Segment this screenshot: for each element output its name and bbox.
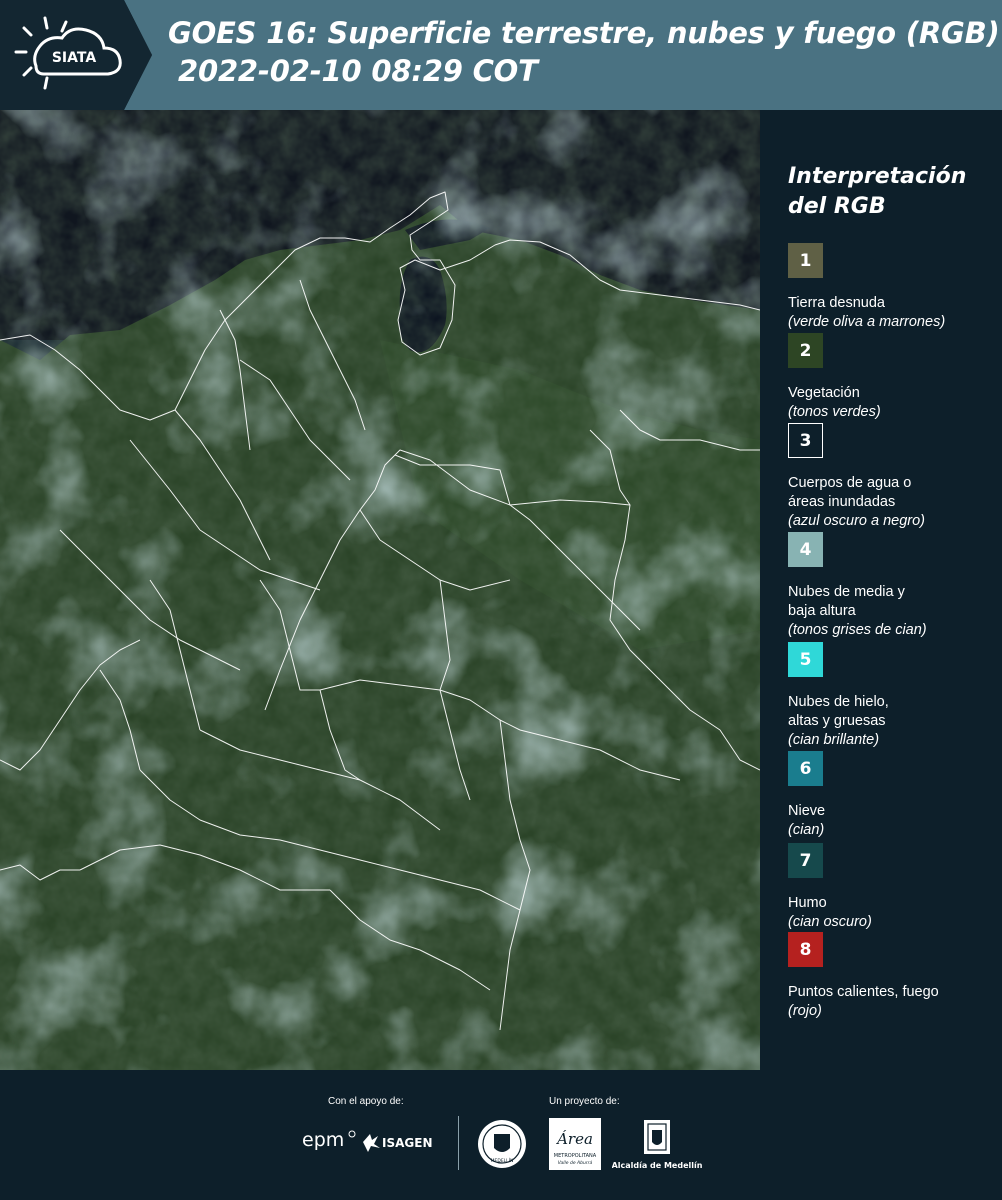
rgb-legend: Interpretación del RGB 1 Tierra desnuda … [760, 110, 1002, 1070]
satellite-map-svg[interactable] [0, 110, 760, 1070]
legend-swatch-4: 4 [788, 532, 823, 567]
legend-label-5: Nubes de hielo, altas y gruesas [788, 694, 889, 729]
area-metro-sub: METROPOLITANA [554, 1153, 597, 1159]
medellin-seal-text: MEDELLÍN [491, 1157, 514, 1164]
legend-note-2: (tonos verdes) [788, 404, 881, 420]
legend-note-4: (tonos grises de cian) [788, 622, 927, 638]
siata-logo: SIATA [14, 16, 122, 90]
area-metro-sub2: Valle de Aburrá [558, 1159, 593, 1166]
legend-swatch-7: 7 [788, 843, 823, 878]
footer-divider [458, 1116, 459, 1170]
legend-title-line-2: del RGB [788, 194, 886, 219]
legend-label-2: Vegetación [788, 385, 860, 401]
footer: Con el apoyo de: Un proyecto de: epm ISA… [0, 1070, 1002, 1200]
satellite-map[interactable] [0, 110, 760, 1070]
legend-item-ice-clouds: 5 Nubes de hielo, altas y gruesas (cian … [788, 642, 1002, 750]
legend-swatch-1: 1 [788, 243, 823, 278]
legend-swatch-2: 2 [788, 333, 823, 368]
medellin-seal-logo: MEDELLÍN [478, 1120, 526, 1168]
legend-note-6: (cian) [788, 822, 825, 838]
legend-note-8: (rojo) [788, 1003, 822, 1019]
legend-swatch-3: 3 [788, 423, 823, 458]
area-metropolitana-logo: Área METROPOLITANA Valle de Aburrá [549, 1118, 601, 1170]
support-label: Con el apoyo de: [328, 1096, 404, 1107]
legend-label-8: Puntos calientes, fuego [788, 984, 939, 1000]
alcaldia-text: Alcaldía de Medellín [612, 1161, 703, 1170]
legend-title: Interpretación del RGB [788, 162, 966, 222]
title-line-2: 2022-02-10 08:29 COT [178, 54, 538, 88]
cloud-layer [0, 110, 760, 1070]
legend-item-fire: 8 Puntos calientes, fuego (rojo) [788, 932, 1002, 1021]
epm-logo: epm [302, 1129, 356, 1151]
legend-label-3: Cuerpos de agua o áreas inundadas [788, 475, 912, 510]
legend-item-bare-soil: 1 Tierra desnuda (verde oliva a marrones… [788, 243, 1002, 332]
legend-note-1: (verde oliva a marrones) [788, 314, 946, 330]
alcaldia-medellin-logo: Alcaldía de Medellín [612, 1120, 703, 1170]
area-metro-title: Área [555, 1130, 593, 1148]
legend-item-vegetation: 2 Vegetación (tonos verdes) [788, 333, 1002, 422]
isagen-logo-text: ISAGEN [382, 1136, 432, 1150]
legend-title-line-1: Interpretación [788, 164, 967, 189]
siata-logo-text: SIATA [52, 50, 97, 66]
legend-label-6: Nieve [788, 803, 826, 819]
legend-item-low-clouds: 4 Nubes de media y baja altura (tonos gr… [788, 532, 1002, 640]
legend-item-snow: 6 Nieve (cian) [788, 751, 1002, 840]
legend-swatch-5: 5 [788, 642, 823, 677]
page-title: GOES 16: Superficie terrestre, nubes y f… [168, 14, 1000, 90]
legend-swatch-6: 6 [788, 751, 823, 786]
title-line-1: GOES 16: Superficie terrestre, nubes y f… [168, 16, 1000, 50]
legend-note-5: (cian brillante) [788, 732, 880, 748]
epm-logo-text: epm [302, 1129, 344, 1151]
legend-label-1: Tierra desnuda [788, 295, 885, 311]
legend-note-7: (cian oscuro) [788, 914, 872, 930]
project-label: Un proyecto de: [549, 1096, 620, 1107]
legend-swatch-8: 8 [788, 932, 823, 967]
legend-item-smoke: 7 Humo (cian oscuro) [788, 843, 1002, 932]
header: SIATA GOES 16: Superficie terrestre, nub… [0, 0, 1002, 110]
legend-label-4: Nubes de media y baja altura [788, 584, 905, 619]
legend-label-7: Humo [788, 895, 827, 911]
legend-note-3: (azul oscuro a negro) [788, 513, 926, 529]
isagen-logo: ISAGEN [363, 1134, 432, 1152]
legend-item-water: 3 Cuerpos de agua o áreas inundadas (azu… [788, 423, 1002, 531]
